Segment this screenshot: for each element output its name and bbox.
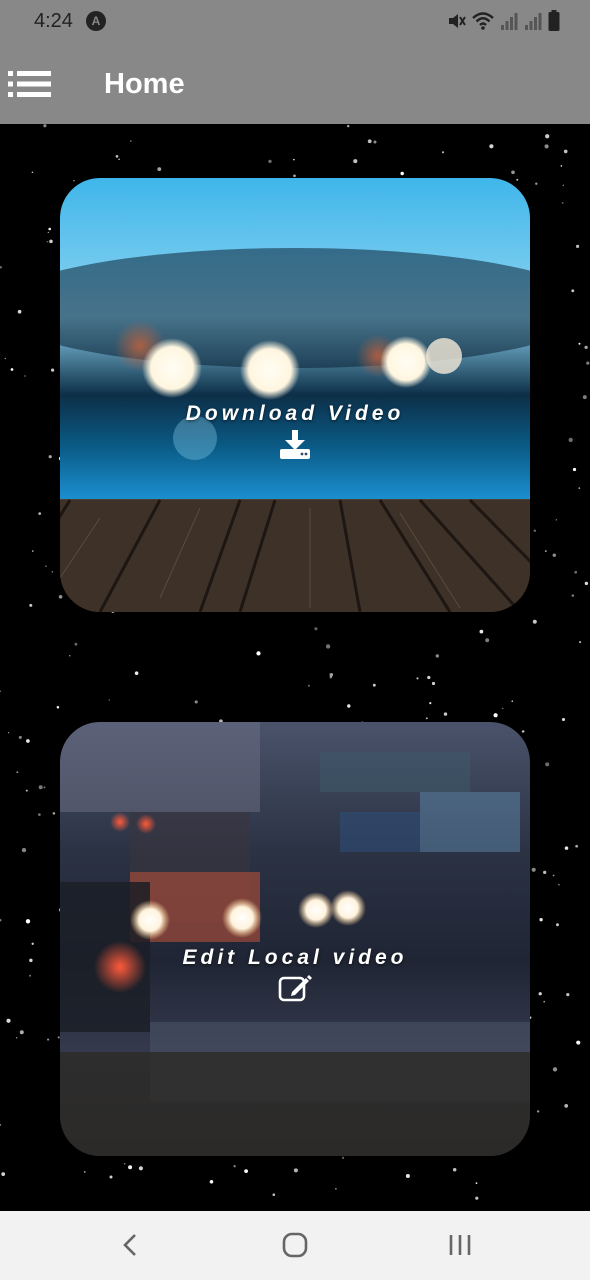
edit-local-video-label: Edit Local video: [182, 946, 408, 969]
download-card-image: [60, 178, 530, 612]
system-nav-bar: [0, 1211, 590, 1280]
status-icons: [446, 10, 560, 32]
mute-icon: [449, 14, 466, 28]
menu-list-icon[interactable]: [8, 70, 52, 98]
edit-icon: [278, 975, 312, 1002]
status-bar: 4:24 A: [0, 0, 590, 44]
battery-icon: [548, 10, 560, 31]
edit-card-image: [60, 722, 530, 1156]
home-content: Download Video Edit Local video: [0, 124, 590, 1211]
page-title: Home: [104, 68, 185, 100]
download-icon: [280, 430, 310, 459]
signal-icon: [501, 13, 518, 30]
download-video-card[interactable]: Download Video: [60, 178, 530, 612]
status-time: 4:24: [34, 10, 73, 32]
download-video-label: Download Video: [185, 402, 405, 425]
home-icon[interactable]: [282, 1231, 308, 1259]
notification-app-icon: A: [86, 11, 106, 31]
app-bar: Home: [0, 44, 590, 124]
wifi-icon: [472, 12, 494, 30]
recents-icon[interactable]: [448, 1231, 472, 1259]
edit-local-video-card[interactable]: Edit Local video: [60, 722, 530, 1156]
signal-icon: [525, 13, 542, 30]
back-icon[interactable]: [120, 1231, 140, 1259]
